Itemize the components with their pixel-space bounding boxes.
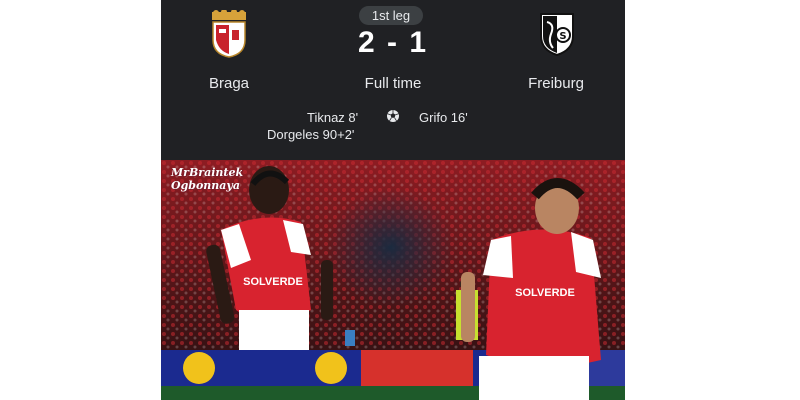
freiburg-crest-icon: S bbox=[540, 13, 574, 56]
home-scorer: Dorgeles 90+2' bbox=[267, 127, 355, 142]
match-score: 2 - 1 bbox=[357, 26, 429, 59]
photo-watermark: MrBraintek Ogbonnaya bbox=[171, 166, 243, 192]
svg-text:S: S bbox=[559, 31, 566, 42]
watermark-line: MrBraintek bbox=[171, 166, 244, 179]
match-status: Full time bbox=[364, 75, 422, 92]
shirt-sponsor-right: SOLVERDE bbox=[515, 287, 575, 299]
watermark-line: Ogbonnaya bbox=[171, 179, 240, 192]
away-team-name[interactable]: Freiburg bbox=[486, 75, 625, 92]
shirt-sponsor-left: SOLVERDE bbox=[243, 276, 303, 288]
match-photo: SOLVERDE SOLVERDE MrBraintek Ogbonnaya bbox=[161, 160, 625, 400]
soccer-ball-icon bbox=[387, 110, 399, 122]
home-team-name[interactable]: Braga bbox=[161, 75, 299, 92]
score-panel[interactable]: Braga 1st leg 2 - 1 Full time S Freiburg… bbox=[161, 0, 625, 160]
home-scorer: Tiknaz 8' bbox=[307, 110, 359, 125]
away-scorer: Grifo 16' bbox=[419, 110, 468, 125]
leg-badge: 1st leg bbox=[359, 6, 423, 25]
match-card: Braga 1st leg 2 - 1 Full time S Freiburg… bbox=[161, 0, 625, 400]
braga-crest-icon bbox=[212, 10, 246, 58]
celebration-photo: SOLVERDE SOLVERDE bbox=[161, 160, 625, 400]
